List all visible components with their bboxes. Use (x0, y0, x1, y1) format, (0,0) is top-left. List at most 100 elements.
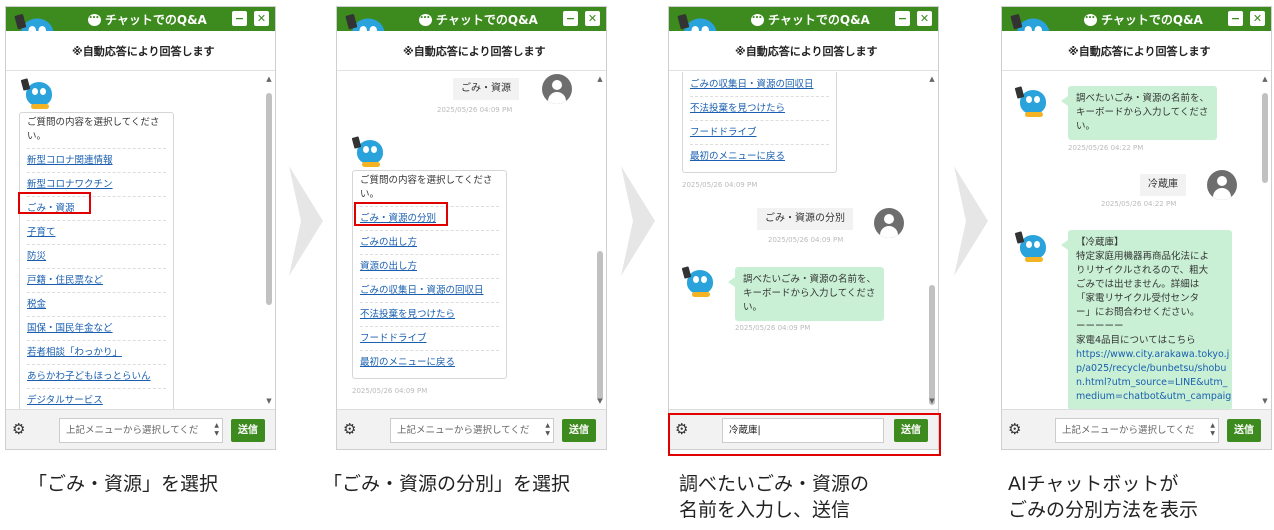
widget-title: チャットでのQ&A (436, 13, 538, 27)
recycle-info-link[interactable]: n.html?utm_source=LINE&utm_ (1076, 376, 1227, 390)
step2-caption: 「ごみ・資源の分別」を選択 (323, 473, 571, 495)
minimize-button[interactable]: − (1228, 11, 1243, 26)
chat-widget-step1: チャットでのQ&A − ✕ ※自動応答により回答します ご質問の内容を選択してく… (5, 6, 276, 450)
chat-scrollbar[interactable]: ▲ ▼ (928, 75, 936, 405)
recycle-info-link[interactable]: medium=chatbot&utm_campaig (1076, 390, 1231, 404)
input-bar: ⚙ 上記メニューから選択してくだ ▲ ▼ 送信 (6, 409, 275, 449)
bot-message: 調べたいごみ・資源の名前を、 キーボードから入力してくださ い。 (727, 267, 885, 321)
chat-bubble-icon (88, 10, 101, 26)
menu-item[interactable]: 子育て (27, 221, 166, 245)
timestamp: 2025/05/26 04:09 PM (352, 387, 428, 395)
highlight-box (668, 413, 941, 456)
highlight-box (18, 192, 91, 214)
menu-item[interactable]: ごみの出し方 (360, 231, 499, 255)
chat-log: 調べたいごみ・資源の名前を、 キーボードから入力してくださ い。 2025/05… (1002, 72, 1271, 409)
send-button[interactable]: 送信 (1227, 419, 1261, 442)
timestamp: 2025/05/26 04:09 PM (768, 236, 844, 244)
close-button[interactable]: ✕ (917, 11, 932, 26)
close-button[interactable]: ✕ (1250, 11, 1265, 26)
widget-title: チャットでのQ&A (768, 13, 870, 27)
chat-log: ごみ・資源 2025/05/26 04:09 PM ご質問の内容を選択してくださ… (337, 72, 606, 409)
send-button[interactable]: 送信 (231, 419, 265, 442)
bot-avatar-icon (1014, 84, 1050, 118)
message-input[interactable]: 上記メニューから選択してくだ ▲ ▼ (390, 418, 554, 443)
recycle-info-link[interactable]: https://www.city.arakawa.tokyo.j (1076, 348, 1229, 362)
bot-avatar-icon (351, 134, 387, 168)
close-button[interactable]: ✕ (585, 11, 600, 26)
timestamp: 2025/05/26 04:22 PM (1101, 200, 1177, 208)
user-avatar-icon (1207, 170, 1237, 200)
user-avatar-icon (542, 74, 572, 104)
spinner-arrows-icon[interactable]: ▲ ▼ (545, 422, 550, 438)
timestamp: 2025/05/26 04:09 PM (682, 181, 758, 189)
chat-log: ごみの収集日・資源の回収日 不法投棄を見つけたら フードドライブ 最初のメニュー… (669, 72, 938, 409)
user-message: ごみ・資源の分別 (757, 208, 853, 230)
menu-item[interactable]: 最初のメニューに戻る (360, 351, 499, 375)
chat-scrollbar[interactable]: ▲ ▼ (265, 75, 273, 405)
menu-item[interactable]: 新型コロナ関連情報 (27, 149, 166, 173)
bot-avatar-icon (681, 264, 717, 298)
bot-message: 調べたいごみ・資源の名前を、 キーボードから入力してくださ い。 (1060, 86, 1218, 140)
spinner-arrows-icon[interactable]: ▲ ▼ (1210, 422, 1215, 438)
chat-widget-step3: チャットでのQ&A − ✕ ※自動応答により回答します ごみの収集日・資源の回収… (668, 6, 939, 450)
message-input[interactable]: 上記メニューから選択してくだ ▲ ▼ (1055, 418, 1219, 443)
auto-reply-notice: ※自動応答により回答します (735, 45, 878, 58)
step-arrow-icon (621, 166, 655, 276)
timestamp: 2025/05/26 04:09 PM (437, 106, 513, 114)
bot-answer-message: 【冷蔵庫】 特定家庭用機器再商品化法によ りリサイクルされるので、粗大 ごみでは… (1061, 230, 1232, 409)
gear-icon[interactable]: ⚙ (12, 422, 25, 437)
menu-item[interactable]: ごみの収集日・資源の回収日 (690, 73, 829, 97)
menu-item[interactable]: 防災 (27, 245, 166, 269)
menu-item[interactable]: フードドライブ (360, 327, 499, 351)
chat-scrollbar[interactable]: ▲ ▼ (596, 75, 604, 405)
chat-widget-step2: チャットでのQ&A − ✕ ※自動応答により回答します ごみ・資源 2025/0… (336, 6, 607, 450)
send-button[interactable]: 送信 (562, 419, 596, 442)
minimize-button[interactable]: − (232, 11, 247, 26)
timestamp: 2025/05/26 04:09 PM (735, 324, 811, 332)
message-input[interactable]: 上記メニューから選択してくだ ▲ ▼ (59, 418, 223, 443)
spinner-arrows-icon[interactable]: ▲ ▼ (214, 422, 219, 438)
step1-caption: 「ごみ・資源」を選択 (28, 473, 219, 495)
menu-item[interactable]: 不法投棄を見つけたら (360, 303, 499, 327)
menu-item[interactable]: 国保・国民年金など (27, 317, 166, 341)
input-bar: ⚙ 上記メニューから選択してくだ ▲ ▼ 送信 (1002, 409, 1271, 449)
close-button[interactable]: ✕ (254, 11, 269, 26)
bot-avatar-icon (20, 76, 56, 110)
menu-card: ごみの収集日・資源の回収日 不法投棄を見つけたら フードドライブ 最初のメニュー… (682, 72, 837, 173)
widget-title: チャットでのQ&A (1101, 13, 1203, 27)
menu-item[interactable]: ごみの収集日・資源の回収日 (360, 279, 499, 303)
widget-title: チャットでのQ&A (105, 13, 207, 27)
menu-item[interactable]: 戸籍・住民票など (27, 269, 166, 293)
menu-item[interactable]: デジタルサービス (27, 389, 166, 409)
bot-avatar-icon (1014, 229, 1050, 263)
menu-item[interactable]: 不法投棄を見つけたら (690, 97, 829, 121)
gear-icon[interactable]: ⚙ (1008, 422, 1021, 437)
chat-scrollbar[interactable]: ▲ ▼ (1261, 75, 1269, 405)
recycle-info-link[interactable]: p/a025/recycle/bunbetsu/shobu (1076, 362, 1226, 376)
auto-reply-notice: ※自動応答により回答します (1068, 45, 1211, 58)
chat-widget-step4: チャットでのQ&A − ✕ ※自動応答により回答します 調べたいごみ・資源の名前… (1001, 6, 1272, 450)
step-arrow-icon (289, 166, 323, 276)
step3-caption: 調べたいごみ・資源の 名前を入力し、送信 (679, 473, 870, 521)
highlight-box (354, 202, 448, 226)
gear-icon[interactable]: ⚙ (343, 422, 356, 437)
user-message: ごみ・資源 (453, 78, 519, 100)
minimize-button[interactable]: − (563, 11, 578, 26)
input-bar: ⚙ 上記メニューから選択してくだ ▲ ▼ 送信 (337, 409, 606, 449)
menu-question: ご質問の内容を選択してください。 (27, 116, 166, 149)
menu-item[interactable]: 税金 (27, 293, 166, 317)
user-message: 冷蔵庫 (1140, 174, 1186, 196)
menu-item[interactable]: あらかわ子どもほっとらいん (27, 365, 166, 389)
minimize-button[interactable]: − (895, 11, 910, 26)
menu-item[interactable]: 若者相談「わっかり」 (27, 341, 166, 365)
auto-reply-notice: ※自動応答により回答します (72, 45, 215, 58)
step4-caption: AIチャットボットが ごみの分別方法を表示 (1008, 473, 1199, 521)
user-avatar-icon (874, 208, 904, 238)
step-arrow-icon (954, 166, 988, 276)
menu-item[interactable]: 資源の出し方 (360, 255, 499, 279)
chat-log: ご質問の内容を選択してください。 新型コロナ関連情報 新型コロナワクチン ごみ・… (6, 72, 275, 409)
auto-reply-notice: ※自動応答により回答します (403, 45, 546, 58)
menu-item[interactable]: フードドライブ (690, 121, 829, 145)
menu-item[interactable]: 最初のメニューに戻る (690, 145, 829, 169)
menu-card: ご質問の内容を選択してください。 新型コロナ関連情報 新型コロナワクチン ごみ・… (19, 112, 174, 409)
